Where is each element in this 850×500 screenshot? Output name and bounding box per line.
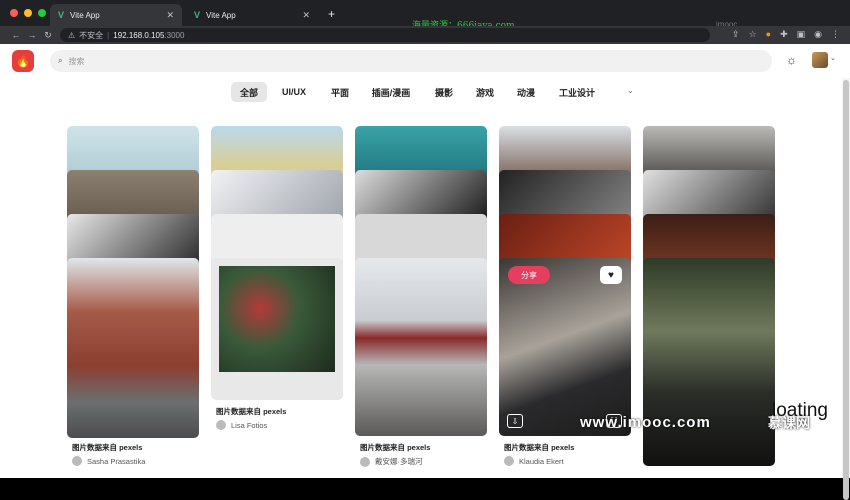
scrollbar[interactable] — [842, 78, 850, 500]
close-window-button[interactable] — [10, 9, 18, 17]
card-author[interactable]: Sasha Prasastika — [72, 456, 145, 466]
share-button[interactable]: 分享 — [508, 266, 550, 284]
avatar — [72, 456, 82, 466]
flame-icon[interactable]: 🔥 — [12, 50, 34, 72]
menu-icon[interactable]: ⋮ — [831, 29, 840, 40]
card-author[interactable]: Lisa Fotios — [216, 420, 267, 430]
image-card[interactable] — [211, 258, 343, 400]
puzzle-icon[interactable]: ✚ — [780, 29, 788, 40]
close-icon[interactable]: ✕ — [302, 10, 310, 21]
close-icon[interactable]: ✕ — [166, 10, 174, 21]
window-controls — [10, 9, 46, 17]
browser-tab-1[interactable]: V Vite App ✕ — [50, 4, 182, 26]
reload-icon[interactable]: ↻ — [42, 30, 54, 41]
address-bar[interactable]: ⚠ 不安全 | 192.168.0.105:3000 — [60, 28, 710, 42]
new-tab-button[interactable]: + — [328, 7, 335, 21]
extension-icon[interactable]: ● — [766, 29, 771, 40]
watermark-url: www.imooc.com — [580, 414, 711, 431]
vite-icon: V — [194, 10, 201, 20]
download-icon[interactable]: ⇩ — [507, 414, 523, 428]
chevron-down-icon[interactable]: ⌄ — [627, 86, 634, 95]
category-industrial[interactable]: 工业设计 — [552, 82, 602, 102]
image-card[interactable] — [643, 258, 775, 466]
author-name: Sasha Prasastika — [87, 456, 146, 466]
star-icon[interactable]: ☆ — [749, 29, 757, 40]
category-bar: 全部 UI/UX 平面 插画/漫画 摄影 游戏 动漫 工业设计 ⌄ — [0, 82, 850, 104]
url-host: 192.168.0.105 — [113, 30, 165, 40]
image-card[interactable] — [355, 258, 487, 436]
warning-icon: ⚠ — [68, 30, 76, 40]
sidebar-icon[interactable]: ▣ — [797, 29, 806, 40]
search-input[interactable]: ⌕ 搜索 — [50, 50, 772, 72]
app-page: 🔥 ⌕ 搜索 ☼ ⌄ 全部 UI/UX 平面 插画/漫画 摄影 游戏 动漫 工业… — [0, 44, 850, 500]
avatar — [360, 456, 370, 467]
app-header: 🔥 ⌕ 搜索 ☼ ⌄ — [0, 44, 850, 78]
browser-chrome: V Vite App ✕ V Vite App ✕ + 海量资源：666java… — [0, 0, 850, 44]
card-caption: 图片数据来自 pexels — [360, 443, 431, 452]
watermark-brand: 慕课网 — [768, 415, 810, 431]
author-name: Lisa Fotios — [231, 420, 268, 430]
card-author[interactable]: Klaudia Ekert — [504, 456, 564, 466]
category-all[interactable]: 全部 — [231, 82, 267, 102]
url-port: :3000 — [164, 30, 185, 40]
category-graphic[interactable]: 平面 — [323, 82, 357, 102]
toolbar-icons: ⇪ ☆ ● ✚ ▣ ◉ ⋮ — [732, 29, 840, 40]
browser-toolbar: ← → ↻ ⚠ 不安全 | 192.168.0.105:3000 ⇪ ☆ ● ✚… — [0, 26, 850, 44]
maximize-window-button[interactable] — [38, 9, 46, 17]
avatar — [216, 420, 226, 430]
chevron-down-icon[interactable]: ⌄ — [830, 54, 836, 62]
browser-tab-2[interactable]: V Vite App ✕ — [186, 4, 318, 26]
minimize-window-button[interactable] — [24, 9, 32, 17]
polaroid-photo — [219, 266, 335, 372]
heart-icon[interactable]: ♥ — [600, 266, 622, 284]
category-uiux[interactable]: UI/UX — [276, 82, 312, 102]
security-label: 不安全 — [79, 30, 104, 40]
tab-bar: V Vite App ✕ V Vite App ✕ + 海量资源：666java… — [0, 0, 850, 31]
card-caption: 图片数据来自 pexels — [504, 443, 575, 452]
image-card[interactable] — [499, 258, 631, 436]
category-photography[interactable]: 摄影 — [427, 82, 461, 102]
profile-icon[interactable]: ◉ — [814, 29, 822, 40]
image-card[interactable] — [67, 258, 199, 438]
card-caption: 图片数据来自 pexels — [72, 443, 143, 452]
author-name: Klaudia Ekert — [519, 456, 564, 466]
avatar[interactable] — [812, 52, 828, 68]
share-page-icon[interactable]: ⇪ — [732, 29, 740, 40]
category-games[interactable]: 游戏 — [468, 82, 502, 102]
author-name: 戴安娜·多瑞河 — [375, 457, 423, 466]
sun-icon[interactable]: ☼ — [786, 53, 797, 67]
tab-title: Vite App — [70, 10, 100, 20]
forward-icon[interactable]: → — [26, 30, 38, 40]
category-illustration[interactable]: 插画/漫画 — [366, 82, 416, 102]
search-placeholder: 搜索 — [68, 56, 85, 66]
card-caption: 图片数据来自 pexels — [216, 407, 287, 416]
scrollbar-thumb[interactable] — [843, 80, 849, 500]
tab-title: Vite App — [206, 10, 236, 20]
avatar — [504, 456, 514, 466]
search-icon: ⌕ — [58, 56, 63, 65]
vite-icon: V — [58, 10, 65, 20]
category-anime[interactable]: 动漫 — [509, 82, 543, 102]
card-author[interactable]: 戴安娜·多瑞河 — [360, 456, 423, 467]
back-icon[interactable]: ← — [10, 30, 22, 40]
